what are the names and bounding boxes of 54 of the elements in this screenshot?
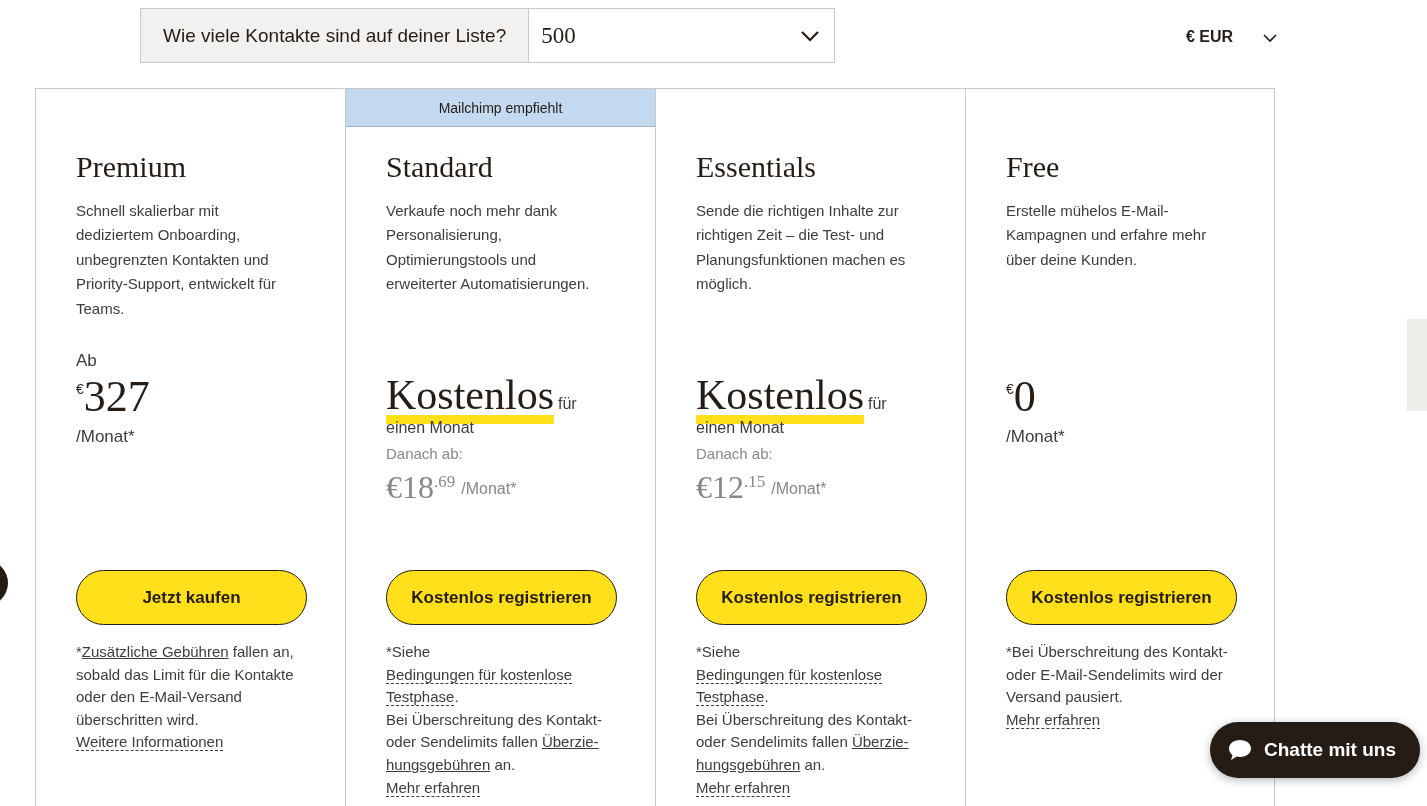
footnote-link[interactable]: Bedingungen für kostenlose (386, 665, 572, 684)
price-period: /Monat* (1006, 427, 1066, 447)
footnote-link[interactable]: Weitere Informationen (76, 733, 224, 752)
footnote-link[interactable]: Bedingungen für kostenlose (696, 665, 882, 684)
plan-button[interactable]: Jetzt kaufen (76, 570, 307, 625)
plan-description: Sende die richtigen Inhalte zur richtigen Zeit – die Test- und Planungsfunktionen machen es möglich. (696, 201, 907, 295)
plan-description: Erstelle mühelos E-Mail-Kampagnen und erfahre mehr über deine Kunden. (1006, 201, 1208, 270)
plan-name: Standard (386, 149, 494, 185)
footnote: *Siehe Bedingungen für kostenlose Testphase. Bei Überschreitung des Kontakt- oder Sendelimits fallen Überzie- hungsgebühren an. Mehr erfahren (696, 642, 913, 799)
then-label: Danach ab: (386, 445, 464, 462)
later-price: €18 (386, 470, 434, 504)
plan-name: Essentials (696, 149, 817, 185)
plan-button[interactable]: Kostenlos registrieren (696, 570, 927, 625)
price-amount: 327 (83, 375, 150, 419)
plan-name: Free (1006, 149, 1061, 185)
currency-dropdown[interactable]: € EUR (1185, 25, 1277, 46)
footnote-link[interactable]: Testphase (386, 688, 455, 707)
currency-symbol: € (76, 381, 84, 397)
footnote-link[interactable]: Überzie- (851, 733, 909, 751)
footnote-link[interactable]: Mehr erfahren (386, 778, 481, 797)
then-label: Danach ab: (696, 445, 774, 462)
plan-button[interactable]: Kostenlos registrieren (1006, 570, 1237, 625)
chevron-icon (800, 29, 820, 42)
plan-name: Premium (76, 149, 187, 185)
contacts-dropdown[interactable]: Wie viele Kontakte sind auf deiner Liste? 500 (140, 8, 835, 63)
footnote-link[interactable]: Mehr erfahren (696, 778, 791, 797)
contacts-question: Wie viele Kontakte sind auf deiner Liste? (141, 9, 530, 62)
price-cents: .69 (434, 472, 456, 492)
price-period: /Monat* (76, 427, 136, 447)
price-period: /Monat* (771, 480, 827, 498)
chevron-icon (1263, 34, 1277, 43)
price-cents: .15 (744, 472, 766, 492)
price-prefix: Ab (76, 350, 98, 372)
contacts-value: 500 (540, 22, 577, 49)
footnote-link[interactable]: Testphase (696, 688, 765, 707)
price-period: /Monat* (461, 480, 517, 498)
plan-description: Schnell skalierbar mit dediziertem Onboarding, unbegrenzten Kontakten und Priority-Support, entwickelt für Teams. (76, 201, 278, 319)
chat-button[interactable]: Chatte mit uns (1210, 722, 1420, 778)
footnote-link[interactable]: Zusätzliche Gebühren (81, 643, 229, 660)
later-price: €12 (696, 470, 744, 504)
footnote-link[interactable]: hungsgebühren (696, 755, 801, 773)
footnote: *Siehe Bedingungen für kostenlose Testphase. Bei Überschreitung des Kontakt- oder Sendelimits fallen Überzie- hungsgebühren an. Mehr erfahren (386, 642, 603, 799)
plan-description: Verkaufe noch mehr dank Personalisierung, Optimierungstools und erweiterter Automatisierungen. (386, 201, 591, 295)
plan-button[interactable]: Kostenlos registrieren (386, 570, 617, 625)
price-amount: 0 (1013, 375, 1036, 419)
footnote-link[interactable]: hungsgebühren (386, 755, 491, 773)
trial-suffix: für (558, 395, 577, 413)
trial-suffix: für (868, 395, 887, 413)
footnote-link[interactable]: Überzie- (541, 733, 599, 751)
recommended-banner: Mailchimp empfiehlt (346, 89, 655, 127)
footnote: *Zusätzliche Gebühren fallen an, sobald das Limit für die Kontakte oder den E-Mail-Versand überschritten wird. Weitere Informationen (76, 642, 295, 754)
speech-bubble-icon (1228, 739, 1252, 761)
footnote-link[interactable]: Mehr erfahren (1006, 710, 1101, 729)
currency-symbol: € (1006, 381, 1014, 397)
